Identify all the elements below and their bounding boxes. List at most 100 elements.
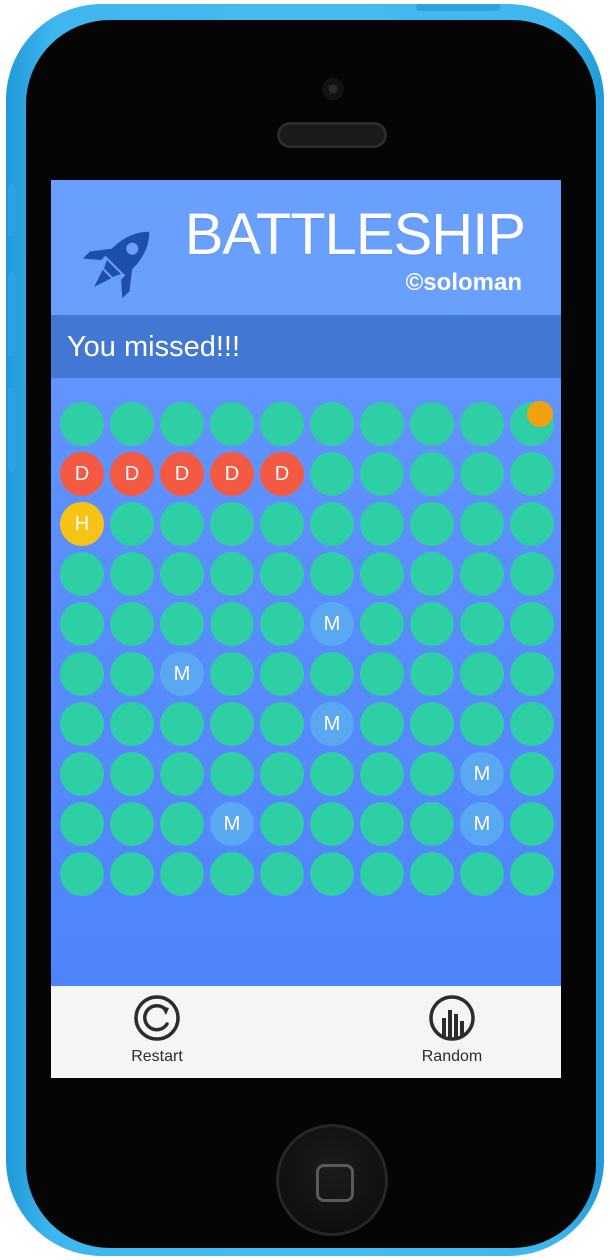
board-cell-empty[interactable] (360, 552, 404, 596)
board-cell-destroyed[interactable]: D (260, 452, 304, 496)
board-cell-miss[interactable]: M (210, 802, 254, 846)
board-cell-empty[interactable] (310, 852, 354, 896)
board-cell-empty[interactable] (110, 402, 154, 446)
board-cell-empty[interactable] (160, 602, 204, 646)
board-cell-empty[interactable] (110, 652, 154, 696)
board-cell-empty[interactable] (410, 402, 454, 446)
board-cell-empty[interactable] (310, 552, 354, 596)
board-cell-empty[interactable] (310, 502, 354, 546)
board-cell-empty[interactable] (510, 752, 554, 796)
board-cell-empty[interactable] (360, 852, 404, 896)
board-cell-empty[interactable] (210, 602, 254, 646)
board-cell-empty[interactable] (410, 552, 454, 596)
board-cell-empty[interactable] (410, 602, 454, 646)
board-cell-empty[interactable] (360, 402, 404, 446)
board-cell-empty[interactable] (510, 452, 554, 496)
board-cell-miss[interactable]: M (460, 802, 504, 846)
board-cell-destroyed[interactable]: D (110, 452, 154, 496)
board-cell-empty[interactable] (210, 702, 254, 746)
board-cell-empty[interactable] (410, 752, 454, 796)
board-cell-empty[interactable] (510, 852, 554, 896)
board-cell-empty[interactable] (160, 552, 204, 596)
board-cell-empty[interactable] (360, 452, 404, 496)
board-cell-empty[interactable] (110, 802, 154, 846)
board-cell-empty[interactable] (510, 652, 554, 696)
board-cell-empty[interactable] (210, 402, 254, 446)
board-cell-empty[interactable] (60, 652, 104, 696)
board-cell-empty[interactable] (60, 752, 104, 796)
board-cell-empty[interactable] (310, 752, 354, 796)
board-cell-empty[interactable] (460, 402, 504, 446)
board-cell-empty[interactable] (510, 552, 554, 596)
board-cell-empty[interactable] (110, 702, 154, 746)
board-cell-empty[interactable] (160, 852, 204, 896)
board-cell-empty[interactable] (410, 652, 454, 696)
board-cell-empty[interactable] (160, 702, 204, 746)
board-cell-empty[interactable] (210, 652, 254, 696)
board-cell-empty[interactable] (410, 702, 454, 746)
board-cell-empty[interactable] (260, 652, 304, 696)
board-cell-empty[interactable] (160, 752, 204, 796)
board-cell-empty[interactable] (510, 602, 554, 646)
restart-button[interactable]: Restart (97, 994, 217, 1074)
board-cell-empty[interactable] (460, 552, 504, 596)
board-cell-empty[interactable] (460, 702, 504, 746)
board-cell-empty[interactable] (60, 802, 104, 846)
board-cell-empty[interactable] (510, 702, 554, 746)
board-cell-empty[interactable] (260, 402, 304, 446)
board-cell-empty[interactable] (110, 502, 154, 546)
board-cell-empty[interactable] (460, 652, 504, 696)
board-cell-empty[interactable] (210, 852, 254, 896)
board-cell-empty[interactable] (160, 502, 204, 546)
board-cell-empty[interactable] (60, 552, 104, 596)
board-cell-empty[interactable] (360, 502, 404, 546)
board-cell-empty[interactable] (360, 752, 404, 796)
board-cell-empty[interactable] (360, 702, 404, 746)
board-cell-empty[interactable] (260, 802, 304, 846)
board-cell-empty[interactable] (460, 852, 504, 896)
random-button[interactable]: Random (392, 994, 512, 1074)
board-cell-empty[interactable] (210, 752, 254, 796)
board-cell-hit[interactable]: H (60, 502, 104, 546)
board-cell-empty[interactable] (260, 702, 304, 746)
board-cell-empty[interactable] (310, 452, 354, 496)
board-cell-empty[interactable] (110, 552, 154, 596)
board-cell-destroyed[interactable]: D (210, 452, 254, 496)
board-cell-destroyed[interactable]: D (60, 452, 104, 496)
board-cell-empty[interactable] (460, 502, 504, 546)
board-cell-empty[interactable] (460, 602, 504, 646)
board-cell-empty[interactable] (310, 402, 354, 446)
board-cell-empty[interactable] (260, 752, 304, 796)
board-cell-empty[interactable] (60, 402, 104, 446)
board-cell-empty[interactable] (360, 802, 404, 846)
board-cell-miss[interactable]: M (310, 702, 354, 746)
board-cell-empty[interactable] (260, 602, 304, 646)
board-cell-empty[interactable] (410, 502, 454, 546)
board-cell-miss[interactable]: M (310, 602, 354, 646)
board-cell-empty[interactable] (160, 402, 204, 446)
board-cell-empty[interactable] (510, 401, 554, 446)
board-cell-empty[interactable] (360, 602, 404, 646)
board-cell-empty[interactable] (110, 852, 154, 896)
board-cell-empty[interactable] (510, 502, 554, 546)
board-cell-empty[interactable] (260, 852, 304, 896)
board-cell-empty[interactable] (210, 552, 254, 596)
board-cell-empty[interactable] (60, 852, 104, 896)
board-cell-empty[interactable] (110, 602, 154, 646)
board-cell-empty[interactable] (410, 452, 454, 496)
board-cell-miss[interactable]: M (160, 652, 204, 696)
board-cell-empty[interactable] (460, 452, 504, 496)
board-cell-empty[interactable] (110, 752, 154, 796)
board-cell-empty[interactable] (510, 802, 554, 846)
board-cell-empty[interactable] (260, 502, 304, 546)
board-cell-empty[interactable] (410, 802, 454, 846)
board-cell-empty[interactable] (410, 852, 454, 896)
board-cell-empty[interactable] (260, 552, 304, 596)
board-cell-empty[interactable] (60, 602, 104, 646)
board-cell-empty[interactable] (160, 802, 204, 846)
board-cell-empty[interactable] (310, 652, 354, 696)
board-cell-empty[interactable] (210, 502, 254, 546)
board-cell-empty[interactable] (60, 702, 104, 746)
board-cell-destroyed[interactable]: D (160, 452, 204, 496)
board-cell-empty[interactable] (360, 652, 404, 696)
